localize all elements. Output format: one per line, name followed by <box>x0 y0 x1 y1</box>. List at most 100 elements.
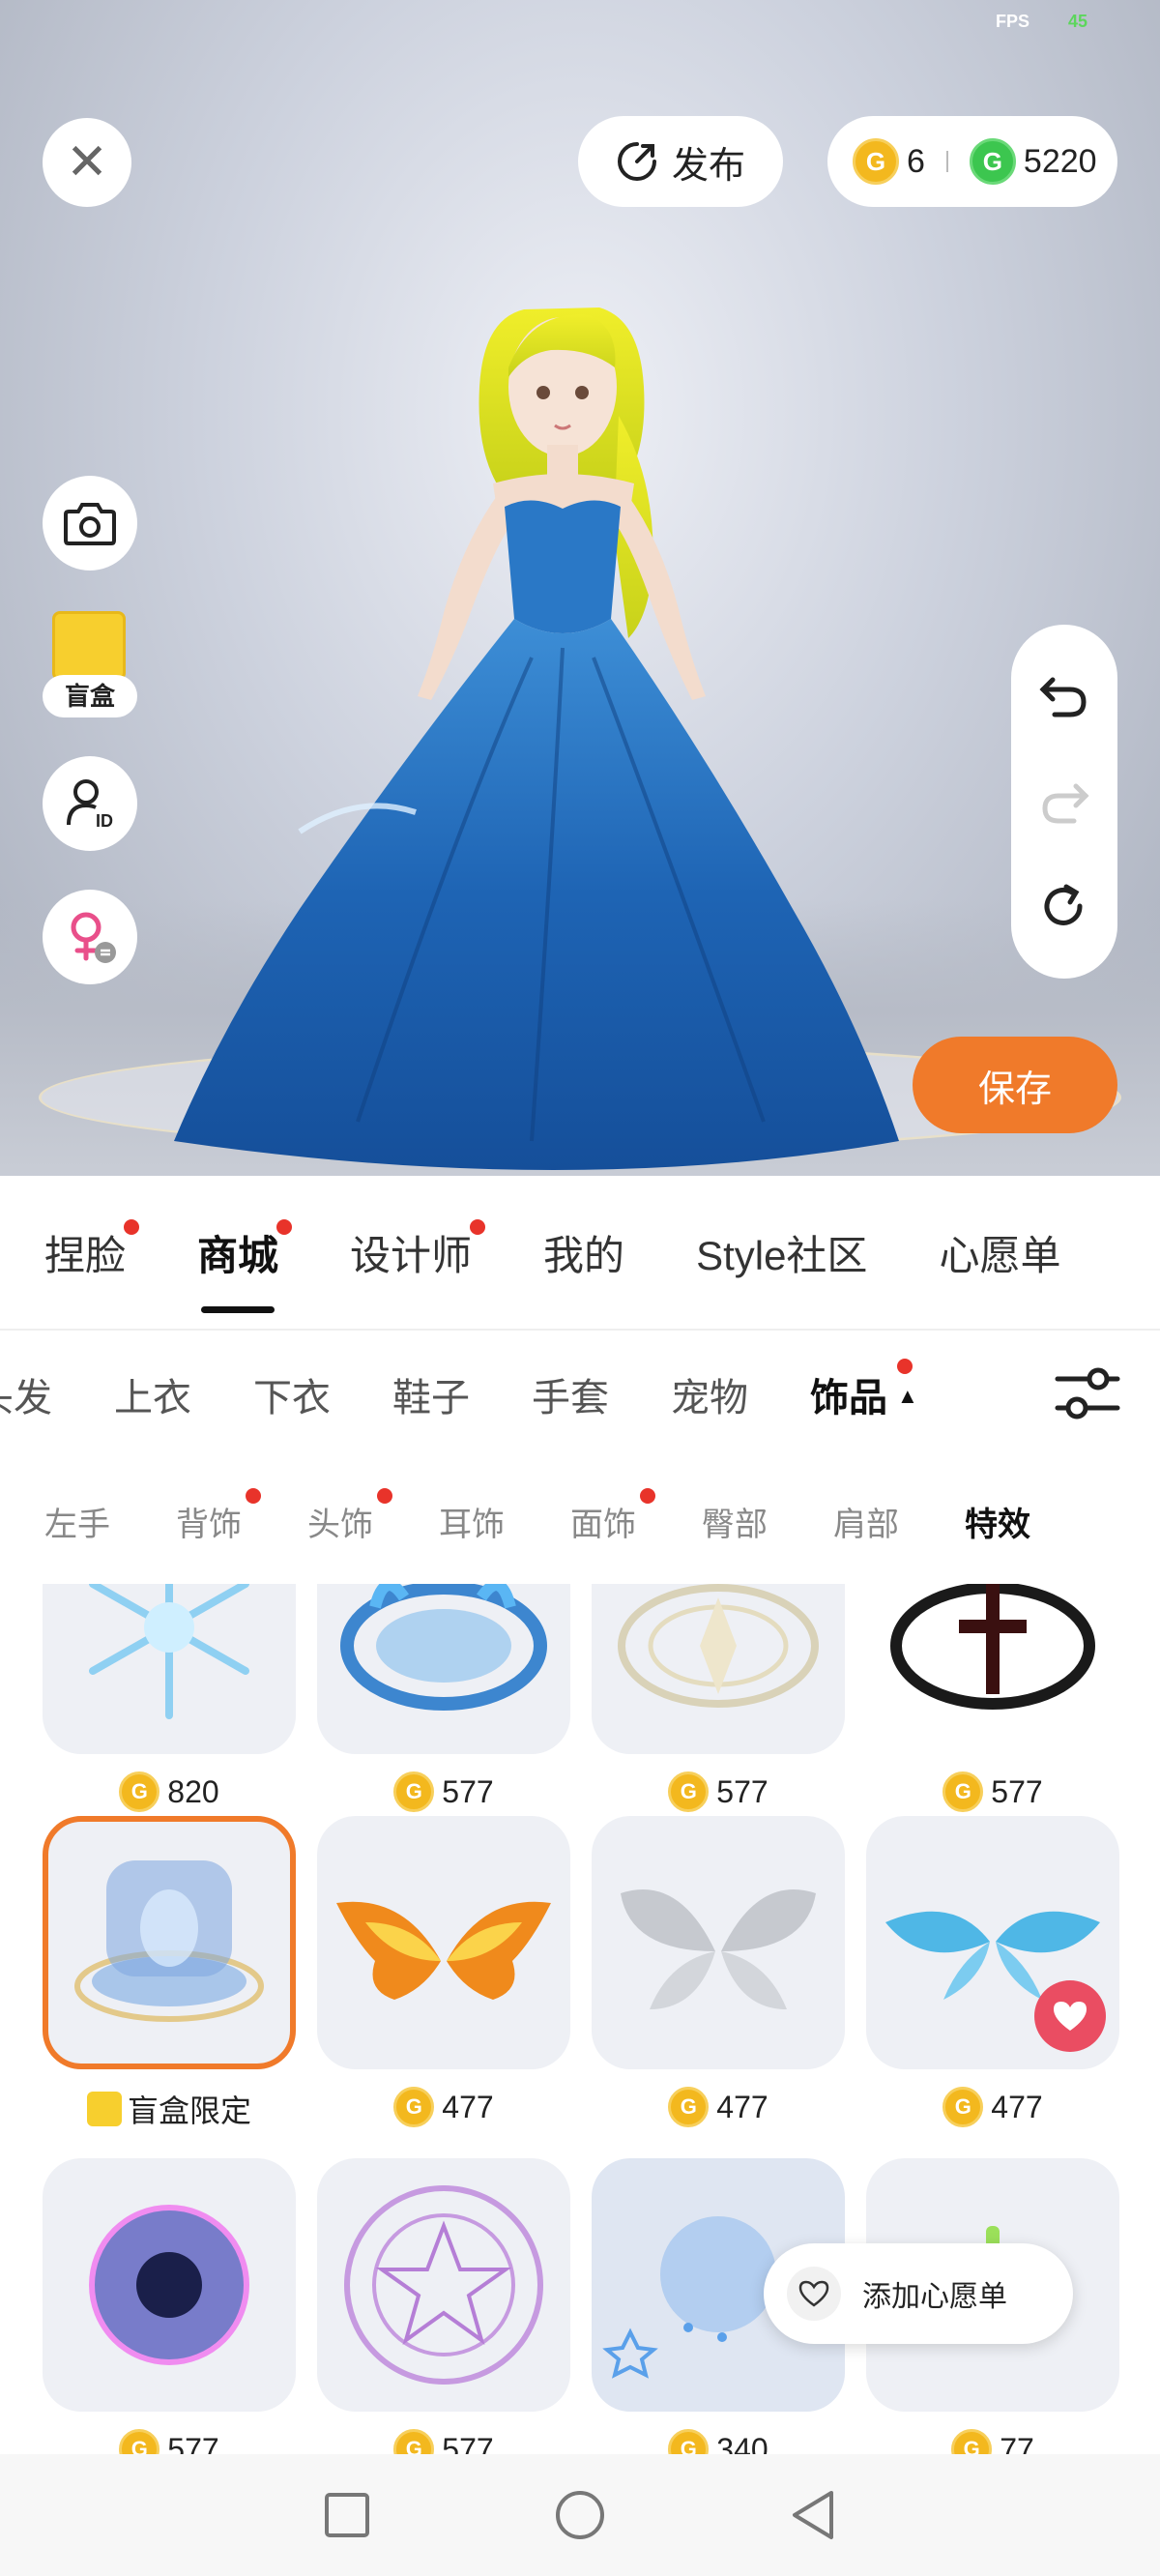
camera-icon <box>64 503 116 545</box>
notification-dot <box>377 1487 392 1504</box>
notification-dot <box>896 1359 913 1374</box>
blindbox-button[interactable]: 盲盒 <box>43 611 137 717</box>
tab-mine-label: 我的 <box>543 1232 625 1278</box>
heart-icon <box>1054 2002 1087 2031</box>
item-card[interactable]: G 577 <box>592 1584 845 1812</box>
avatar-scene: FPS 45 ✕ 发布 G 6 G 5220 盲盒 ID 保存 <box>0 0 1160 1176</box>
fps-value: 45 <box>1068 12 1088 31</box>
history-controls <box>1011 625 1117 979</box>
subtab-face[interactable]: 面饰 <box>570 1487 655 1545</box>
item-price: G 340 <box>592 2429 845 2454</box>
avatar-character <box>174 307 899 1170</box>
item-card[interactable]: G 577 <box>43 2158 296 2454</box>
item-card[interactable]: G 477 <box>317 1816 570 2127</box>
publish-button[interactable]: 发布 <box>578 116 783 207</box>
camera-button[interactable] <box>43 476 137 571</box>
fps-label: FPS <box>996 12 1030 31</box>
item-thumbnail <box>43 1816 296 2069</box>
item-card[interactable]: G 477 <box>866 1816 1119 2127</box>
gold-coin-icon: G <box>942 2087 984 2127</box>
gold-coin-icon: G <box>393 2087 435 2127</box>
gold-coin-icon: G <box>668 1771 710 1812</box>
system-navigation-bar <box>0 2454 1160 2576</box>
subtab-shoulder[interactable]: 肩部 <box>833 1498 899 1545</box>
category-top[interactable]: 上衣 <box>114 1366 191 1422</box>
undo-icon[interactable] <box>1039 670 1089 720</box>
reset-icon[interactable] <box>1039 883 1089 933</box>
subtab-head[interactable]: 头饰 <box>307 1487 392 1545</box>
heart-outline-icon <box>787 2267 841 2321</box>
gold-coin-icon: G <box>393 1771 435 1812</box>
subtab-back[interactable]: 背饰 <box>176 1487 261 1545</box>
gold-balance: 6 <box>907 142 925 180</box>
recent-apps-icon[interactable] <box>323 2491 371 2539</box>
save-button[interactable]: 保存 <box>913 1037 1117 1133</box>
dark-cross-circle-image <box>890 1584 1095 1710</box>
item-thumbnail <box>43 2158 296 2412</box>
close-icon: ✕ <box>66 134 108 190</box>
category-gloves[interactable]: 手套 <box>532 1366 609 1422</box>
tab-mine[interactable]: 我的 <box>543 1223 624 1282</box>
item-badge-label: 盲盒限定 <box>127 2093 251 2128</box>
category-pets[interactable]: 宠物 <box>671 1366 748 1422</box>
subcategory-tabs: 左手 背饰 头饰 耳饰 面饰 臀部 肩部 特效 <box>0 1458 1160 1584</box>
item-price: G 477 <box>866 2087 1119 2127</box>
blue-portal-image <box>74 1860 264 2022</box>
subtab-left-hand[interactable]: 左手 <box>44 1498 110 1545</box>
item-thumbnail <box>866 1816 1119 2069</box>
add-to-wishlist-label: 添加心愿单 <box>862 2281 1007 2313</box>
item-price-value: 577 <box>991 1773 1043 1809</box>
tab-designer[interactable]: 设计师 <box>350 1218 486 1282</box>
item-price-value: 477 <box>716 2089 768 2124</box>
item-thumbnail <box>317 2158 570 2412</box>
notification-dot <box>124 1218 140 1235</box>
favorite-badge[interactable] <box>1034 1980 1106 2052</box>
subtab-hip[interactable]: 臀部 <box>702 1498 768 1545</box>
item-card[interactable]: G 820 <box>43 1584 296 1812</box>
green-coin-icon: G <box>969 138 1016 185</box>
item-card[interactable]: G 577 <box>317 2158 570 2454</box>
category-hair-label: 头发 <box>0 1377 52 1420</box>
subtab-shoulder-label: 肩部 <box>833 1506 899 1543</box>
tab-style-community[interactable]: Style社区 <box>696 1223 867 1282</box>
subtab-ear-label: 耳饰 <box>439 1506 505 1543</box>
notification-dot <box>640 1487 655 1504</box>
item-thumbnail <box>866 1584 1119 1754</box>
tab-designer-label: 设计师 <box>350 1232 473 1278</box>
subtab-face-label: 面饰 <box>570 1506 636 1543</box>
gold-coin-icon: G <box>119 1771 160 1812</box>
currency-balance[interactable]: G 6 G 5220 <box>827 116 1117 207</box>
item-thumbnail <box>592 1816 845 2069</box>
redo-icon[interactable] <box>1039 776 1089 827</box>
back-icon[interactable] <box>789 2489 837 2541</box>
item-price: G 577 <box>317 2429 570 2454</box>
item-card[interactable]: G 477 <box>592 1816 845 2127</box>
category-shoes[interactable]: 鞋子 <box>392 1366 470 1422</box>
add-to-wishlist-popup[interactable]: 添加心愿单 <box>764 2243 1073 2344</box>
golden-star-circle-image <box>618 1584 819 1708</box>
fps-counter: FPS 45 <box>996 12 1088 32</box>
category-top-label: 上衣 <box>114 1377 191 1420</box>
item-thumbnail <box>592 1584 845 1754</box>
category-hair[interactable]: 头发 <box>0 1366 52 1422</box>
tab-shop[interactable]: 商城 <box>197 1218 293 1313</box>
category-accessories[interactable]: 饰品 ▲ <box>810 1359 918 1422</box>
home-icon[interactable] <box>554 2489 606 2541</box>
tab-wishlist[interactable]: 心愿单 <box>939 1223 1060 1282</box>
category-bottom[interactable]: 下衣 <box>253 1366 331 1422</box>
subtab-ear[interactable]: 耳饰 <box>439 1498 505 1545</box>
subtab-left-hand-label: 左手 <box>44 1506 110 1543</box>
publish-icon <box>617 142 656 181</box>
item-price: G 477 <box>317 2087 570 2127</box>
profile-id-button[interactable]: ID <box>43 756 137 851</box>
filter-settings-icon[interactable] <box>1054 1363 1121 1423</box>
item-card[interactable]: G 577 <box>866 1584 1119 1812</box>
tab-face[interactable]: 捏脸 <box>44 1218 140 1282</box>
category-gloves-label: 手套 <box>532 1377 609 1420</box>
gender-switch-button[interactable] <box>43 890 137 984</box>
subtab-effects[interactable]: 特效 <box>965 1498 1030 1545</box>
item-card[interactable]: G 577 <box>317 1584 570 1812</box>
main-tabs: 捏脸 商城 设计师 我的 Style社区 心愿单 <box>0 1176 1160 1331</box>
item-card-selected[interactable]: 盲盒限定 <box>43 1816 296 2131</box>
close-button[interactable]: ✕ <box>43 118 131 207</box>
